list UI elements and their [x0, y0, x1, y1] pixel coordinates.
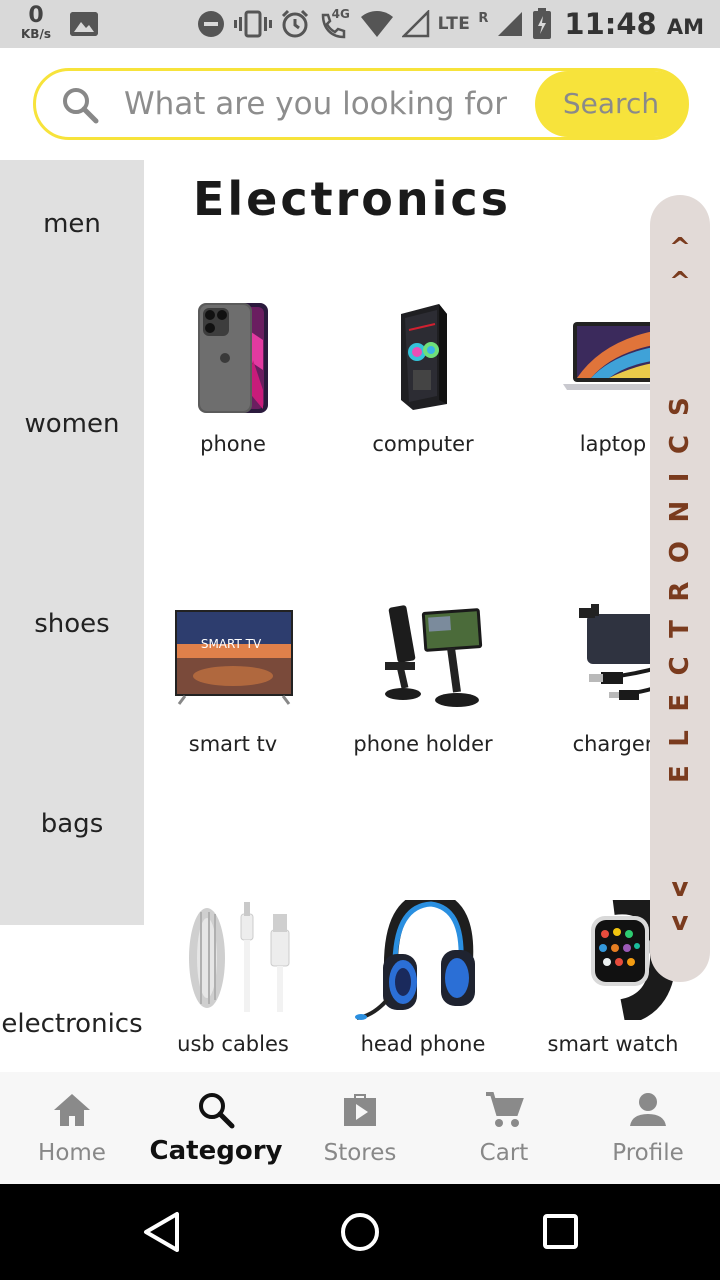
nav-profile[interactable]: Profile — [576, 1072, 720, 1184]
chevron-up-icon: ^ — [669, 267, 691, 297]
sidebar-item-women[interactable]: women — [0, 409, 144, 439]
home-circle-icon[interactable] — [340, 1210, 380, 1254]
smart-tv-image: SMART TV — [163, 600, 303, 720]
chevron-down-icon: v — [671, 907, 689, 937]
product-phone[interactable]: phone — [138, 300, 328, 456]
nav-label: Profile — [612, 1140, 684, 1166]
sidebar-item-electronics[interactable]: electronics — [0, 1009, 144, 1039]
status-bar: 0 KB/s 4G LTE R 11:48 AM — [0, 0, 720, 48]
nav-label: Cart — [479, 1140, 529, 1166]
nav-label: Home — [38, 1140, 106, 1166]
product-label: usb cables — [177, 1032, 289, 1056]
image-icon — [70, 12, 98, 36]
wifi-icon — [360, 11, 393, 37]
cart-icon — [486, 1092, 524, 1127]
product-head-phone[interactable]: head phone — [328, 890, 518, 1056]
computer-image — [353, 300, 493, 420]
signal-strength-icon — [498, 12, 523, 36]
usb-cables-image — [163, 900, 303, 1020]
product-label: smart watch — [547, 1032, 679, 1056]
system-navigation-bar — [0, 1184, 720, 1280]
sidebar-item-men[interactable]: men — [0, 209, 144, 239]
product-usb-cables[interactable]: usb cables — [138, 900, 328, 1056]
clock-ampm: AM — [666, 15, 704, 39]
scroll-up-button[interactable]: ^ ^ — [650, 231, 710, 299]
scroller-word-text: ELECTRONICS — [665, 378, 695, 783]
sidebar-item-bags[interactable]: bags — [0, 809, 144, 839]
search-icon — [63, 88, 99, 124]
alarm-icon — [281, 9, 308, 38]
nav-label: Category — [149, 1136, 283, 1166]
scroll-down-button[interactable]: v v — [650, 871, 710, 939]
search-input[interactable] — [124, 80, 524, 128]
nav-category[interactable]: Category — [144, 1072, 288, 1184]
status-icons: 4G LTE R 11:48 AM — [196, 0, 704, 48]
do-not-disturb-icon — [197, 11, 224, 37]
search-bar: Search — [33, 68, 689, 140]
smart-tv-screen-text: SMART TV — [201, 637, 262, 651]
nav-cart[interactable]: Cart — [432, 1072, 576, 1184]
category-scroller[interactable]: ^ ^ ELECTRONICS v v — [650, 195, 710, 982]
nav-label: Stores — [323, 1140, 397, 1166]
recents-square-icon[interactable] — [542, 1210, 582, 1254]
network-speed-unit: KB/s — [21, 27, 51, 41]
product-label: computer — [372, 432, 474, 456]
nav-home[interactable]: Home — [0, 1072, 144, 1184]
sidebar-item-shoes[interactable]: shoes — [0, 609, 144, 639]
lte-label: LTE — [437, 14, 471, 34]
phone-holder-image — [353, 600, 493, 720]
product-label: phone holder — [353, 732, 493, 756]
phone-image — [163, 300, 303, 420]
network-speed: 0 KB/s — [18, 3, 54, 41]
battery-charging-icon — [533, 8, 552, 39]
nav-stores[interactable]: Stores — [288, 1072, 432, 1184]
back-triangle-icon[interactable] — [142, 1210, 182, 1254]
product-smart-tv[interactable]: SMART TV smart tv — [138, 600, 328, 756]
clock-time: 11:48 — [564, 7, 657, 41]
vibrate-icon — [233, 10, 272, 38]
product-phone-holder[interactable]: phone holder — [328, 600, 518, 756]
app-screen: { "status_bar": { "net_speed_value": "0"… — [0, 0, 720, 1280]
signal-icon — [401, 10, 429, 38]
store-bag-icon — [344, 1094, 376, 1126]
search-button[interactable]: Search — [535, 71, 687, 137]
product-computer[interactable]: computer — [328, 300, 518, 456]
headphone-image — [353, 890, 493, 1020]
clock: 11:48 AM — [564, 7, 704, 41]
category-title: Electronics — [192, 172, 512, 226]
product-label: head phone — [360, 1032, 486, 1056]
network-speed-value: 0 — [28, 3, 44, 28]
bottom-navigation: Home Category Stores Cart Profile — [0, 1072, 720, 1184]
product-label: smart tv — [188, 732, 278, 756]
network-type-label: 4G — [331, 7, 350, 21]
home-icon — [54, 1094, 90, 1126]
chevron-up-icon: ^ — [669, 233, 691, 263]
profile-icon — [630, 1093, 666, 1126]
volte-call-icon: 4G — [318, 7, 352, 39]
product-label: phone — [200, 432, 266, 456]
search-icon — [199, 1093, 235, 1129]
roaming-label: R — [478, 10, 489, 26]
chevron-down-icon: v — [671, 873, 689, 903]
